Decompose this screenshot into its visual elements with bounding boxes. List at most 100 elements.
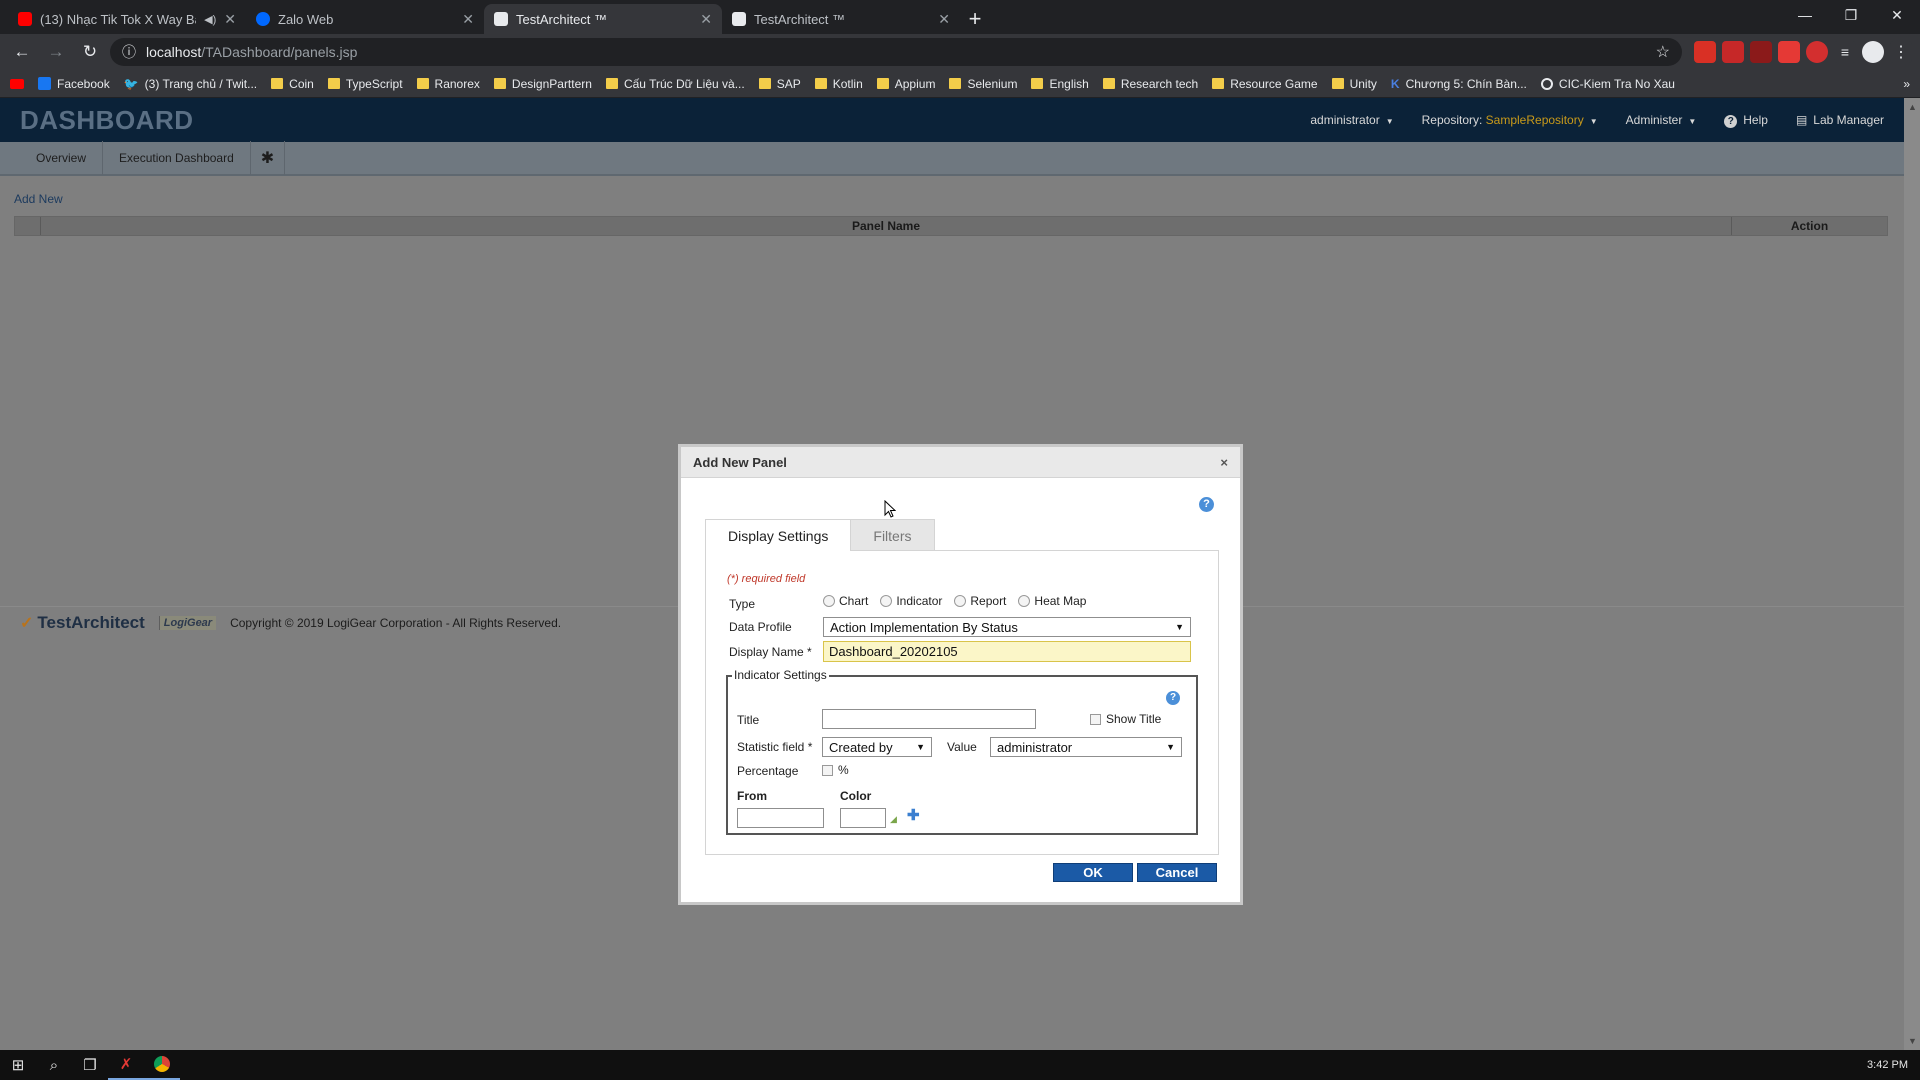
percentage-option[interactable]: % bbox=[822, 763, 849, 777]
reload-icon[interactable]: ↻ bbox=[76, 38, 104, 66]
forward-icon[interactable]: → bbox=[42, 38, 70, 66]
folder-icon bbox=[416, 78, 429, 89]
from-input[interactable] bbox=[737, 808, 824, 828]
extension-icon[interactable] bbox=[1694, 41, 1716, 63]
media-control-icon[interactable]: ≡ bbox=[1834, 41, 1856, 63]
show-title-option[interactable]: Show Title bbox=[1090, 712, 1161, 726]
bookmark-star-icon[interactable]: ☆ bbox=[1656, 42, 1670, 62]
color-picker-icon[interactable]: ◢ bbox=[890, 814, 897, 825]
settings-icon[interactable]: ✱ bbox=[251, 141, 286, 175]
dashboard-logo[interactable]: DASHBOARD bbox=[20, 105, 194, 136]
lab-manager-link[interactable]: ▤ Lab Manager bbox=[1796, 113, 1884, 127]
show-title-checkbox[interactable] bbox=[1090, 714, 1101, 726]
color-input[interactable] bbox=[840, 808, 886, 828]
taskbar-clock[interactable]: 3:42 PM bbox=[1867, 1059, 1920, 1071]
menu-icon[interactable]: ⋮ bbox=[1890, 41, 1912, 63]
browser-tabstrip: (13) Nhạc Tik Tok X Way Bac ◀) ✕ Zalo We… bbox=[0, 0, 1920, 34]
bookmark-folder[interactable]: Selenium bbox=[949, 77, 1017, 91]
page-scrollbar[interactable]: ▲ ▼ bbox=[1904, 98, 1920, 1050]
page-content: DASHBOARD administrator ▼ Repository: Sam… bbox=[0, 98, 1904, 1050]
bookmark-folder[interactable]: SAP bbox=[758, 77, 801, 91]
speaker-icon[interactable]: ◀) bbox=[204, 13, 216, 26]
bookmark-folder[interactable]: Research tech bbox=[1102, 77, 1198, 91]
bookmark-folder[interactable]: Appium bbox=[876, 77, 935, 91]
profile-avatar-icon[interactable] bbox=[1862, 41, 1884, 63]
radio-chart[interactable] bbox=[823, 595, 835, 607]
adblock-icon[interactable] bbox=[1722, 41, 1744, 63]
type-indicator-option[interactable]: Indicator bbox=[880, 594, 942, 608]
bookmark-youtube[interactable] bbox=[10, 78, 24, 89]
radio-report[interactable] bbox=[954, 595, 967, 607]
folder-icon bbox=[1212, 78, 1225, 89]
statistic-field-select[interactable]: Created by ▼ bbox=[822, 737, 932, 757]
browser-tab-testarchitect-active[interactable]: TestArchitect ™ ✕ bbox=[484, 4, 722, 34]
restore-icon[interactable]: ❐ bbox=[1828, 0, 1874, 30]
bookmark-folder[interactable]: Unity bbox=[1331, 77, 1377, 91]
bookmark-folder[interactable]: Ranorex bbox=[416, 77, 480, 91]
scroll-up-icon[interactable]: ▲ bbox=[1908, 102, 1917, 112]
panel-name-header[interactable]: Panel Name bbox=[41, 217, 1732, 235]
type-heatmap-option[interactable]: Heat Map bbox=[1018, 594, 1086, 608]
radio-indicator[interactable] bbox=[880, 595, 893, 607]
bookmark-folder[interactable]: English bbox=[1031, 77, 1089, 91]
browser-tab-youtube[interactable]: (13) Nhạc Tik Tok X Way Bac ◀) ✕ bbox=[8, 4, 246, 34]
bookmark-facebook[interactable]: Facebook bbox=[38, 77, 110, 91]
bookmark-twitter[interactable]: 🐦 (3) Trang chủ / Twit... bbox=[124, 77, 257, 91]
close-icon[interactable]: ✕ bbox=[700, 11, 712, 28]
user-menu[interactable]: administrator ▼ bbox=[1310, 113, 1393, 127]
bookmark-folder[interactable]: Coin bbox=[271, 77, 314, 91]
value-select[interactable]: administrator ▼ bbox=[990, 737, 1182, 757]
close-icon[interactable]: ✕ bbox=[462, 11, 474, 28]
bookmark-folder[interactable]: DesignParttern bbox=[493, 77, 592, 91]
info-icon[interactable]: ⓘ bbox=[122, 42, 136, 62]
ok-button[interactable]: OK bbox=[1053, 863, 1133, 882]
search-icon[interactable]: ⌕ bbox=[36, 1050, 72, 1080]
extension-icon[interactable] bbox=[1778, 41, 1800, 63]
data-profile-select[interactable]: Action Implementation By Status ▼ bbox=[823, 617, 1191, 637]
help-icon[interactable]: ? bbox=[1199, 497, 1214, 512]
browser-tab-testarchitect[interactable]: TestArchitect ™ ✕ bbox=[722, 4, 960, 34]
new-tab-button[interactable]: + bbox=[960, 4, 990, 34]
radio-heatmap[interactable] bbox=[1018, 595, 1031, 607]
bookmark-link[interactable]: CIC-Kiem Tra No Xau bbox=[1540, 77, 1675, 91]
bookmarks-overflow-icon[interactable]: » bbox=[1903, 77, 1910, 91]
cancel-button[interactable]: Cancel bbox=[1137, 863, 1217, 882]
display-name-input[interactable]: Dashboard_20202105 bbox=[823, 641, 1191, 662]
percentage-checkbox[interactable] bbox=[822, 765, 833, 777]
add-new-link[interactable]: Add New bbox=[14, 192, 63, 206]
windows-start-icon[interactable]: ⊞ bbox=[0, 1050, 36, 1080]
folder-icon bbox=[949, 78, 962, 89]
browser-tab-zalo[interactable]: Zalo Web ✕ bbox=[246, 4, 484, 34]
help-icon[interactable]: ? bbox=[1166, 691, 1180, 705]
scroll-down-icon[interactable]: ▼ bbox=[1908, 1036, 1917, 1046]
repository-menu[interactable]: Repository: SampleRepository ▼ bbox=[1422, 113, 1598, 127]
close-window-icon[interactable]: ✕ bbox=[1874, 0, 1920, 30]
tab-display-settings[interactable]: Display Settings bbox=[705, 519, 852, 551]
title-input[interactable] bbox=[822, 709, 1036, 729]
chrome-icon[interactable] bbox=[144, 1050, 180, 1080]
extension-icon[interactable] bbox=[1806, 41, 1828, 63]
back-icon[interactable]: ← bbox=[8, 38, 36, 66]
tab-execution-dashboard[interactable]: Execution Dashboard bbox=[103, 141, 251, 175]
action-header: Action bbox=[1790, 219, 1829, 233]
close-icon[interactable]: × bbox=[1220, 455, 1228, 470]
administer-menu[interactable]: Administer ▼ bbox=[1626, 113, 1697, 127]
bookmark-folder[interactable]: Resource Game bbox=[1212, 77, 1318, 91]
type-report-option[interactable]: Report bbox=[954, 594, 1006, 608]
minimize-icon[interactable]: — bbox=[1782, 0, 1828, 30]
tab-filters[interactable]: Filters bbox=[851, 519, 935, 551]
bookmark-folder[interactable]: Cấu Trúc Dữ Liệu và... bbox=[605, 77, 745, 91]
bookmark-folder[interactable]: TypeScript bbox=[327, 77, 403, 91]
task-view-icon[interactable]: ❐ bbox=[72, 1050, 108, 1080]
bookmark-link[interactable]: K Chương 5: Chín Bàn... bbox=[1391, 77, 1527, 91]
address-bar[interactable]: ⓘ localhost/TADashboard/panels.jsp ☆ bbox=[110, 38, 1682, 66]
close-icon[interactable]: ✕ bbox=[938, 11, 950, 28]
type-chart-option[interactable]: Chart bbox=[823, 594, 868, 608]
add-row-plus-icon[interactable]: ✚ bbox=[907, 806, 920, 824]
close-icon[interactable]: ✕ bbox=[224, 11, 236, 28]
pdf-extension-icon[interactable] bbox=[1750, 41, 1772, 63]
app-icon[interactable]: ✗ bbox=[108, 1050, 144, 1080]
bookmark-folder[interactable]: Kotlin bbox=[814, 77, 863, 91]
help-link[interactable]: ? Help bbox=[1724, 113, 1768, 128]
tab-overview[interactable]: Overview bbox=[20, 141, 104, 175]
